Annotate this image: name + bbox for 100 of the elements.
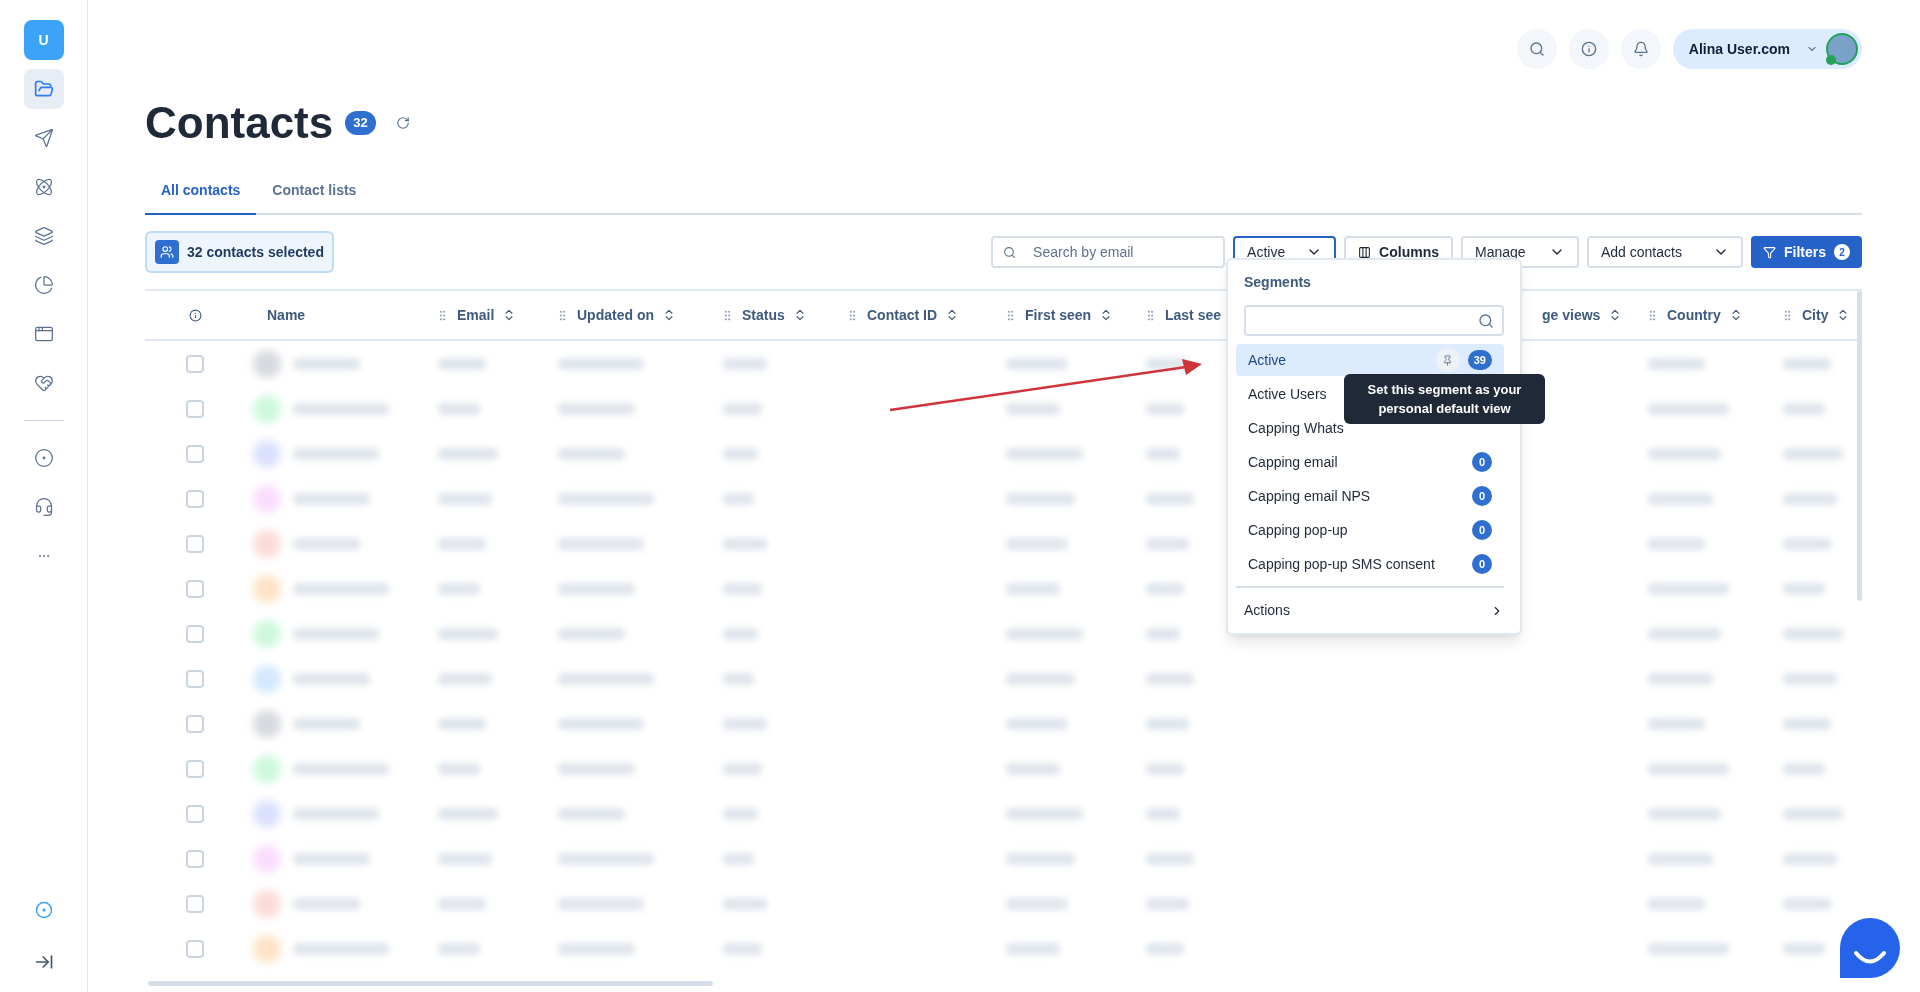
blurred-text — [1648, 897, 1705, 910]
blurred-text — [1648, 852, 1713, 865]
blurred-text — [438, 942, 480, 955]
blurred-text — [558, 447, 626, 460]
blurred-text — [438, 717, 486, 730]
blurred-text — [438, 897, 486, 910]
selection-chip[interactable]: 32 contacts selected — [145, 231, 334, 273]
row-checkbox[interactable] — [186, 894, 204, 913]
user-menu[interactable]: Alina User.com — [1672, 29, 1862, 69]
blurred-text — [1783, 402, 1825, 415]
blurred-text — [723, 447, 758, 460]
blurred-avatar — [253, 484, 281, 513]
count-badge: 0 — [1472, 520, 1492, 540]
row-checkbox[interactable] — [186, 669, 204, 688]
info-button[interactable] — [1568, 29, 1609, 69]
horizontal-scrollbar[interactable] — [148, 981, 713, 986]
blurred-text — [1146, 852, 1194, 865]
blurred-text — [1006, 852, 1076, 865]
blurred-avatar — [253, 799, 281, 828]
blurred-text — [1783, 357, 1831, 370]
column-header[interactable]: Status — [742, 304, 785, 326]
blurred-avatar — [253, 529, 281, 558]
blurred-text — [438, 402, 480, 415]
blurred-text — [723, 852, 754, 865]
chat-bubble-icon[interactable] — [1840, 918, 1900, 978]
tab[interactable]: Contact lists — [256, 180, 373, 215]
atom-icon — [33, 177, 54, 197]
blurred-text — [723, 492, 754, 505]
tab[interactable]: All contacts — [145, 180, 257, 215]
blurred-text — [1783, 672, 1837, 685]
filter-icon — [1763, 245, 1776, 259]
row-checkbox[interactable] — [186, 354, 204, 373]
row-checkbox[interactable] — [186, 624, 204, 643]
blurred-text — [1146, 537, 1190, 550]
column-header[interactable]: ge views — [1526, 304, 1601, 326]
pin-icon[interactable] — [1435, 348, 1460, 372]
logout-icon[interactable] — [33, 952, 54, 972]
filters-button[interactable]: Filters 2 — [1751, 236, 1862, 268]
column-header[interactable]: Email — [457, 304, 495, 326]
blurred-text — [1006, 357, 1068, 370]
segment-option[interactable]: Capping email NPS 0 — [1236, 480, 1504, 512]
headset-icon — [33, 497, 54, 517]
search-icon — [1528, 41, 1545, 57]
blurred-text — [1146, 762, 1185, 775]
blurred-text — [723, 942, 763, 955]
count-badge: 39 — [1467, 350, 1492, 370]
segment-search-field[interactable] — [1244, 305, 1504, 336]
row-checkbox[interactable] — [186, 399, 204, 418]
blurred-text — [1783, 537, 1831, 550]
column-header[interactable]: City — [1802, 304, 1829, 326]
filters-count: 2 — [1834, 244, 1850, 260]
column-header[interactable]: Name — [251, 304, 306, 326]
row-checkbox[interactable] — [186, 714, 204, 733]
blurred-text — [723, 762, 763, 775]
blurred-text — [723, 357, 767, 370]
blurred-text — [1783, 762, 1825, 775]
row-checkbox[interactable] — [186, 804, 204, 823]
help-icon[interactable] — [34, 901, 53, 919]
row-checkbox[interactable] — [186, 849, 204, 868]
blurred-text — [1146, 672, 1194, 685]
blurred-avatar — [253, 754, 281, 783]
menu-heading: Segments — [1243, 273, 1312, 292]
blurred-avatar — [253, 844, 281, 873]
sidebar-nav-item[interactable] — [23, 69, 64, 109]
search-field[interactable]: Search by email — [991, 236, 1226, 268]
folder-icon — [33, 79, 54, 99]
blurred-text — [723, 897, 767, 910]
search-icon — [1003, 246, 1017, 259]
notifications-button[interactable] — [1620, 29, 1661, 69]
blurred-text — [438, 537, 486, 550]
actions-menu-item[interactable]: Actions — [1236, 588, 1512, 621]
row-checkbox[interactable] — [186, 939, 204, 958]
column-header[interactable]: Country — [1667, 304, 1721, 326]
blurred-text — [1006, 672, 1076, 685]
column-header[interactable]: First seen — [1025, 304, 1092, 326]
page-title: Contacts — [145, 97, 334, 149]
send-icon — [33, 128, 54, 148]
vertical-scrollbar[interactable] — [1857, 291, 1862, 601]
row-checkbox[interactable] — [186, 534, 204, 553]
blurred-text — [1648, 672, 1713, 685]
blurred-text — [438, 357, 486, 370]
chart-icon — [33, 275, 54, 295]
segment-option[interactable]: Capping pop-up SMS consent 0 — [1236, 548, 1504, 580]
column-header[interactable]: Updated on — [577, 304, 654, 326]
blurred-text — [1006, 897, 1068, 910]
row-checkbox[interactable] — [186, 489, 204, 508]
column-header[interactable]: Last see — [1165, 304, 1222, 326]
segment-option[interactable]: Active 39 — [1236, 344, 1504, 376]
segment-option[interactable]: Capping pop-up 0 — [1236, 514, 1504, 546]
add-contacts-dropdown[interactable]: Add contacts — [1587, 236, 1743, 268]
blurred-text — [723, 402, 763, 415]
row-checkbox[interactable] — [186, 444, 204, 463]
circles-icon — [33, 448, 54, 468]
row-checkbox[interactable] — [186, 759, 204, 778]
segment-option[interactable]: Capping email 0 — [1236, 446, 1504, 478]
search-button[interactable] — [1516, 29, 1557, 69]
blurred-text — [1648, 717, 1705, 730]
column-header[interactable]: Contact ID — [867, 304, 937, 326]
row-checkbox[interactable] — [186, 579, 204, 598]
refresh-icon[interactable] — [395, 116, 410, 130]
